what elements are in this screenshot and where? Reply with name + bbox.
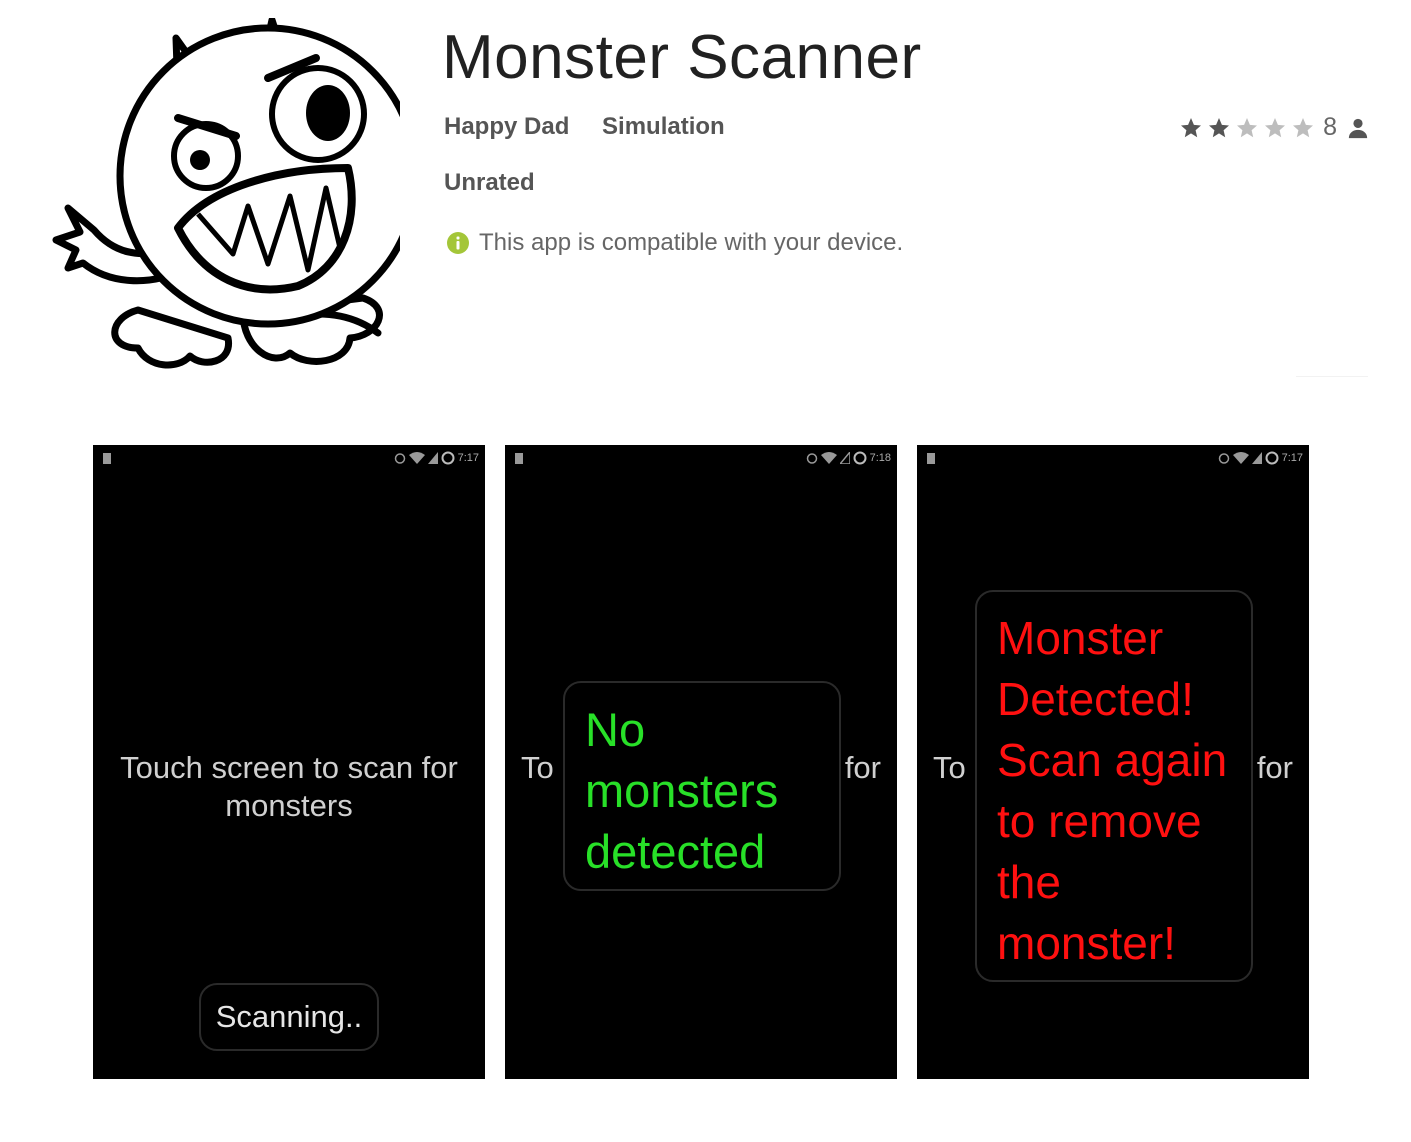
status-bar: 7:18 xyxy=(505,451,897,471)
wifi-icon xyxy=(408,452,425,464)
app-title: Monster Scanner xyxy=(442,23,922,92)
signal-icon xyxy=(1251,452,1262,464)
toast-message: Monster Detected! Scan again to remove t… xyxy=(997,608,1227,974)
battery-icon xyxy=(1265,451,1279,465)
no-monsters-toast: No monsters detected xyxy=(563,681,841,891)
wifi-icon xyxy=(1232,452,1249,464)
info-icon xyxy=(446,231,470,255)
person-icon xyxy=(1348,118,1368,138)
compatibility-text: This app is compatible with your device. xyxy=(479,229,904,256)
star-empty-icon xyxy=(1237,117,1258,137)
signal-icon xyxy=(839,452,850,464)
toast-line: monsters xyxy=(585,764,779,817)
monster-detected-toast: Monster Detected! Scan again to remove t… xyxy=(975,590,1253,982)
toast-line: Scan again xyxy=(997,734,1228,786)
wifi-icon xyxy=(820,452,837,464)
category-link[interactable]: Simulation xyxy=(602,113,725,140)
alarm-icon xyxy=(806,453,817,464)
prompt-fragment-right: for xyxy=(1256,750,1293,785)
prompt-line: Touch screen to scan for xyxy=(120,750,458,785)
notification-icon xyxy=(927,453,935,464)
battery-icon xyxy=(853,451,867,465)
toast-line: detected xyxy=(585,825,766,878)
alarm-icon xyxy=(394,453,405,464)
toast-line: No xyxy=(585,703,646,756)
divider xyxy=(1296,376,1368,377)
status-bar: 7:17 xyxy=(93,451,485,471)
scanning-toast: Scanning.. xyxy=(199,983,379,1051)
toast-line: Monster xyxy=(997,612,1164,664)
compatibility-notice: This app is compatible with your device. xyxy=(446,229,903,257)
app-meta: Happy Dad Simulation xyxy=(444,113,725,141)
prompt-fragment-right: for xyxy=(844,750,881,785)
status-time: 7:17 xyxy=(1281,452,1303,464)
developer-link[interactable]: Happy Dad xyxy=(444,113,569,140)
notification-icon xyxy=(103,453,111,464)
screenshot-3[interactable]: 7:17 To for Monster Detected! Scan again… xyxy=(917,445,1309,1079)
status-bar: 7:17 xyxy=(917,451,1309,471)
prompt-line: monsters xyxy=(225,788,353,823)
screenshot-2[interactable]: 7:18 To for No monsters detected xyxy=(505,445,897,1079)
content-rating: Unrated xyxy=(444,169,535,196)
toast-line: to remove xyxy=(997,795,1202,847)
star-filled-icon xyxy=(1181,117,1202,137)
star-empty-icon xyxy=(1293,117,1314,137)
scan-prompt: Touch screen to scan for monsters xyxy=(93,749,485,825)
screenshot-1[interactable]: 7:17 Touch screen to scan for monsters S… xyxy=(93,445,485,1079)
toast-line: Detected! xyxy=(997,673,1194,725)
prompt-fragment-left: To xyxy=(933,750,966,785)
rating-summary[interactable]: 8 xyxy=(1179,113,1369,142)
status-time: 7:18 xyxy=(869,452,891,464)
toast-line: monster! xyxy=(997,917,1176,969)
toast-message: No monsters detected xyxy=(585,699,778,882)
star-filled-icon xyxy=(1209,117,1230,137)
status-time: 7:17 xyxy=(457,452,479,464)
signal-icon xyxy=(427,452,438,464)
prompt-fragment-left: To xyxy=(521,750,554,785)
notification-icon xyxy=(515,453,523,464)
battery-icon xyxy=(441,451,455,465)
toast-line: the xyxy=(997,856,1061,908)
star-empty-icon xyxy=(1265,117,1286,137)
monster-logo xyxy=(52,18,400,369)
rating-count: 8 xyxy=(1323,113,1337,141)
alarm-icon xyxy=(1218,453,1229,464)
